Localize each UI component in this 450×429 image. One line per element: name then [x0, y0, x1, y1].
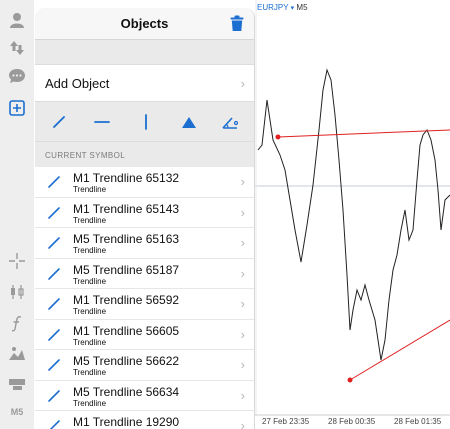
trendline-lower-anchor[interactable] [347, 377, 353, 383]
indicators-icon[interactable] [5, 311, 29, 335]
panel-spacer [35, 40, 254, 64]
panel-title: Objects [120, 16, 169, 31]
angle-tool-icon[interactable] [220, 112, 242, 132]
add-object-label: Add Object [45, 76, 110, 91]
candles-icon[interactable] [5, 280, 29, 304]
object-type: Trendline [73, 246, 107, 255]
trade-icon[interactable] [5, 36, 29, 60]
object-type: Trendline [73, 337, 107, 347]
x-tick-label: 28 Feb 00:35 [328, 417, 376, 426]
chart-canvas [255, 0, 450, 416]
chevron-right-icon: › [240, 235, 245, 250]
section-label: CURRENT SYMBOL [45, 151, 126, 160]
chart-symbol-label[interactable]: EURJPY ▾ M5 [257, 3, 308, 12]
chevron-right-icon: › [240, 387, 245, 403]
list-item[interactable]: M1 Trendline 65143 Trendline › [35, 197, 254, 228]
trendline-icon [47, 206, 61, 220]
object-name: M5 Trendline 56622 [73, 354, 180, 368]
panel-header: Objects [35, 8, 254, 40]
trendline-lower[interactable] [349, 319, 450, 381]
price-series-line [257, 68, 450, 361]
vertical-line-tool-icon[interactable] [135, 112, 157, 132]
horizontal-line-tool-icon[interactable] [91, 112, 113, 132]
chat-icon[interactable] [5, 64, 29, 88]
list-item[interactable]: M5 Trendline 65163 Trendline › [35, 228, 254, 259]
trendline-icon [47, 389, 61, 403]
object-name: M1 Trendline 65132 [73, 171, 180, 185]
chevron-right-icon: › [240, 76, 245, 91]
app-window: EURJPY ▾ M5 27 Feb 23:35 28 Feb 00:35 28… [0, 0, 450, 429]
object-name: M5 Trendline 56634 [73, 384, 180, 399]
chevron-right-icon: › [240, 204, 245, 220]
chevron-right-icon: › [240, 357, 245, 372]
list-item[interactable]: M1 Trendline 65132 Trendline › [35, 167, 254, 198]
trendline-icon [47, 236, 61, 250]
object-name: M1 Trendline 56592 [73, 293, 180, 307]
object-type: Trendline [73, 215, 107, 225]
objects-icon[interactable] [5, 96, 29, 120]
drawings-icon[interactable] [5, 342, 29, 366]
add-object-row[interactable]: Add Object › [35, 64, 254, 102]
objects-panel: Objects Add Object › CURRENT SYMBOL M1 T… [35, 8, 255, 429]
trendline-icon [47, 267, 61, 281]
left-toolbar: M5 [0, 0, 34, 429]
trendline-icon [47, 297, 61, 311]
account-icon[interactable] [5, 8, 29, 32]
timeframe-button[interactable]: M5 [5, 400, 29, 424]
list-item[interactable]: M1 Trendline 56592 Trendline › [35, 289, 254, 320]
trendline-icon [47, 419, 61, 429]
trendline-tool-icon[interactable] [48, 112, 70, 132]
object-name: M1 Trendline 19290 [73, 415, 180, 429]
list-item[interactable]: M5 Trendline 56622 Trendline › [35, 350, 254, 381]
x-tick-label: 27 Feb 23:35 [262, 417, 310, 426]
list-item[interactable]: M5 Trendline 65187 Trendline › [35, 258, 254, 289]
object-type: Trendline [73, 398, 107, 408]
object-name: M1 Trendline 65143 [73, 201, 180, 216]
trendline-icon [47, 328, 61, 342]
symbol-name: EURJPY [257, 3, 289, 12]
object-name: M1 Trendline 56605 [73, 323, 180, 338]
price-chart[interactable] [255, 0, 450, 429]
object-name: M5 Trendline 65187 [73, 262, 180, 277]
crosshair-icon[interactable] [5, 249, 29, 273]
chevron-right-icon: › [240, 296, 245, 311]
object-type: Trendline [73, 368, 107, 377]
trendline-upper-anchor[interactable] [275, 134, 281, 140]
chevron-right-icon: › [240, 174, 245, 189]
trendline-icon [47, 175, 61, 189]
chevron-right-icon: › [240, 265, 245, 281]
triangle-tool-icon[interactable] [178, 112, 200, 132]
chevron-right-icon: › [240, 418, 245, 429]
object-tools-row [35, 102, 254, 142]
section-header: CURRENT SYMBOL [35, 142, 254, 167]
chevron-right-icon: › [240, 326, 245, 342]
templates-icon[interactable] [5, 372, 29, 396]
trendline-icon [47, 358, 61, 372]
object-type: Trendline [73, 307, 107, 316]
trash-icon[interactable] [230, 15, 244, 37]
x-tick-label: 28 Feb 01:35 [394, 417, 442, 426]
list-item[interactable]: M1 Trendline 19290Trendline› [35, 411, 254, 429]
chart-timeframe: M5 [296, 3, 308, 12]
list-item[interactable]: M1 Trendline 56605 Trendline › [35, 319, 254, 350]
object-type: Trendline [73, 276, 107, 286]
objects-list: M1 Trendline 65132 Trendline › M1 Trendline… [35, 167, 254, 429]
object-type: Trendline [73, 185, 107, 194]
list-item[interactable]: M5 Trendline 56634 Trendline › [35, 380, 254, 411]
object-name: M5 Trendline 65163 [73, 232, 180, 246]
